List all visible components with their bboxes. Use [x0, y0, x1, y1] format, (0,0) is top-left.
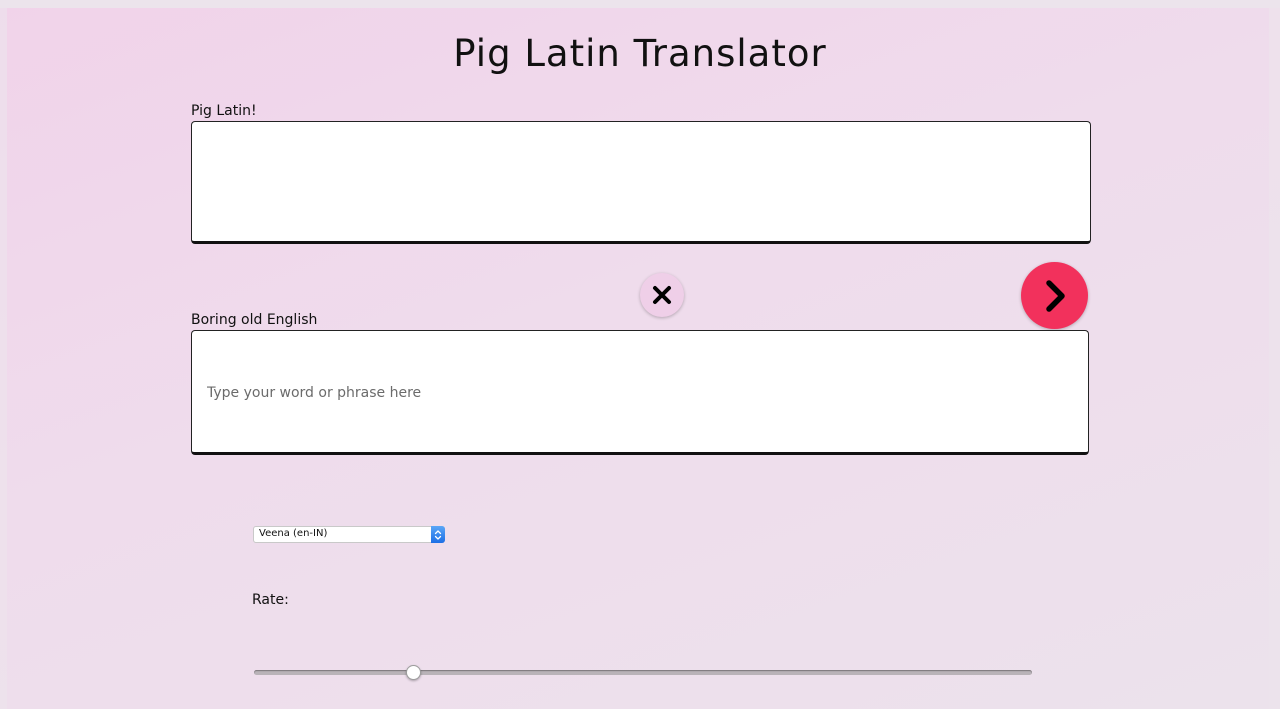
pig-latin-output[interactable] [191, 121, 1091, 244]
select-arrows-icon [431, 526, 445, 543]
english-label: Boring old English [191, 312, 318, 328]
window-right-border [1269, 0, 1280, 709]
clear-button[interactable] [640, 273, 684, 317]
rate-label: Rate: [252, 592, 289, 608]
window-top-border [0, 0, 1280, 8]
voice-select-value: Veena (en-IN) [259, 528, 328, 539]
page-title: Pig Latin Translator [453, 32, 827, 75]
pig-latin-label: Pig Latin! [191, 103, 257, 119]
chevron-right-icon [1045, 279, 1065, 312]
translate-button[interactable] [1021, 262, 1088, 329]
window-left-border [0, 0, 7, 709]
voice-select[interactable]: Veena (en-IN) [253, 526, 445, 543]
close-icon [653, 286, 671, 304]
english-input[interactable] [207, 383, 1067, 403]
rate-slider[interactable] [254, 665, 1032, 680]
rate-slider-thumb[interactable] [406, 665, 422, 680]
english-input-box[interactable] [191, 330, 1089, 455]
